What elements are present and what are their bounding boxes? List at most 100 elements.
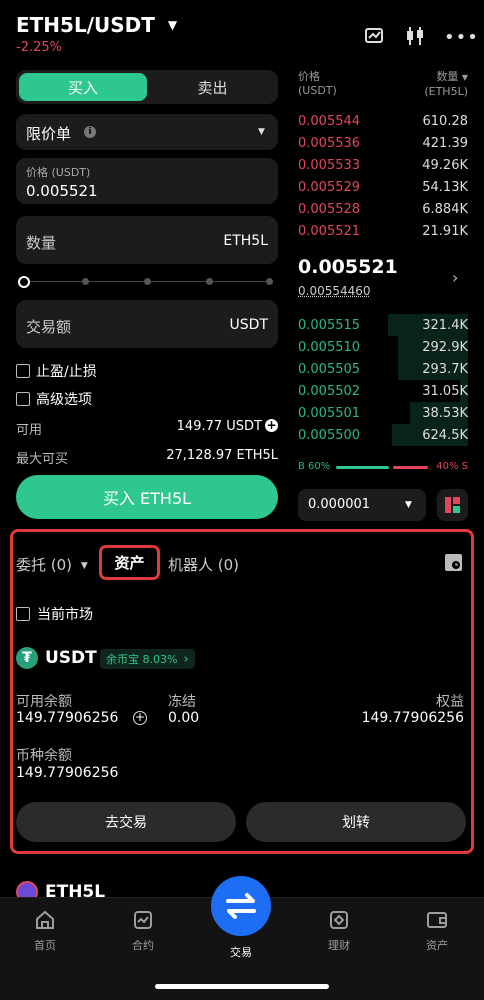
ask-row[interactable]: 0.005536 421.39: [298, 132, 468, 154]
slider-step-100[interactable]: [266, 278, 273, 285]
price-change: -2.25%: [16, 40, 62, 55]
frozen-value: 0.00: [168, 710, 200, 726]
ask-row[interactable]: 0.005533 49.26K: [298, 154, 468, 176]
tp-sl-label: 止盈/止损: [36, 364, 97, 380]
slider-step-25[interactable]: [82, 278, 89, 285]
ask-qty: 21.91K: [422, 223, 468, 239]
ask-qty: 610.28: [422, 113, 469, 129]
tab-orders[interactable]: 委托 (0) ▼: [16, 554, 88, 575]
trade-screen: ETH5L/USDT ▼ -2.25% ••• 买入 卖出 限价单 i ▼ 价格…: [0, 0, 484, 1000]
tab-assets[interactable]: 资产: [99, 545, 160, 580]
slider-step-50[interactable]: [144, 278, 151, 285]
checkbox-box: [16, 364, 30, 378]
chevron-right-icon[interactable]: ›: [452, 268, 458, 287]
go-trade-button[interactable]: 去交易: [16, 802, 236, 842]
home-icon: [36, 910, 54, 929]
current-market-checkbox[interactable]: 当前市场: [16, 604, 93, 624]
slider-handle[interactable]: [18, 276, 30, 288]
index-price[interactable]: 0.00554460: [298, 284, 371, 298]
bid-row[interactable]: 0.005500 624.5K: [298, 424, 468, 446]
earn-badge[interactable]: 余币宝 8.03% ›: [100, 649, 195, 669]
equity-label: 权益: [436, 694, 464, 710]
quantity-unit: ETH5L: [223, 233, 268, 249]
orderbook-qty-header[interactable]: 数量 ▼ (ETH5L): [398, 70, 468, 99]
bid-qty: 31.05K: [422, 383, 468, 399]
bid-row[interactable]: 0.005502 31.05K: [298, 380, 468, 402]
nav-trade-button[interactable]: [211, 876, 271, 936]
bid-row[interactable]: 0.005505 293.7K: [298, 358, 468, 380]
bid-qty: 624.5K: [422, 427, 468, 443]
history-icon[interactable]: [445, 554, 462, 571]
ask-row[interactable]: 0.005528 6.884K: [298, 198, 468, 220]
slider-step-75[interactable]: [206, 278, 213, 285]
ask-price: 0.005528: [298, 201, 361, 217]
checkbox-box: [16, 392, 30, 406]
qty-unit-text: (ETH5L): [424, 85, 468, 98]
ask-qty: 49.26K: [422, 157, 468, 173]
tab-bots[interactable]: 机器人 (0): [168, 554, 239, 575]
chevron-down-icon: ▼: [167, 18, 178, 32]
nav-futures-label: 合约: [132, 939, 154, 952]
bid-price: 0.005515: [298, 317, 361, 333]
ask-row[interactable]: 0.005529 54.13K: [298, 176, 468, 198]
max-buy-value: 27,128.97 ETH5L: [166, 448, 278, 463]
buy-button[interactable]: 买入 ETH5L: [16, 475, 278, 519]
asset-coin-name: USDT: [45, 648, 97, 668]
nav-home-label: 首页: [34, 939, 56, 952]
usdt-coin-icon: ₮: [16, 647, 38, 669]
transfer-button[interactable]: 划转: [246, 802, 466, 842]
sell-tab[interactable]: 卖出: [150, 73, 275, 101]
ask-price: 0.005536: [298, 135, 361, 151]
sell-ratio-bar: [393, 466, 428, 469]
equity-value: 149.77906256: [361, 710, 464, 726]
last-price: 0.005521: [298, 256, 398, 278]
price-unit-text: (USDT): [298, 84, 337, 97]
nav-trade-label: 交易: [230, 946, 252, 959]
home-indicator: [155, 984, 329, 989]
amount-label: 交易额: [26, 318, 72, 336]
sell-ratio: 40% S: [436, 461, 468, 472]
available-balance-value: 149.77906256: [16, 710, 119, 726]
nav-assets-label: 资产: [426, 939, 448, 952]
bid-row[interactable]: 0.005515 321.4K: [298, 314, 468, 336]
ask-price: 0.005544: [298, 113, 361, 129]
bid-row[interactable]: 0.005510 292.9K: [298, 336, 468, 358]
chart-toggle-icon[interactable]: [364, 26, 386, 50]
bid-price: 0.005500: [298, 427, 361, 443]
quantity-label: 数量: [26, 234, 57, 252]
bid-row[interactable]: 0.005501 38.53K: [298, 402, 468, 424]
add-circle-icon[interactable]: +: [133, 711, 147, 725]
precision-value: 0.000001: [308, 497, 371, 512]
tp-sl-checkbox[interactable]: 止盈/止损: [16, 361, 97, 381]
tab-orders-label: 委托 (0): [16, 556, 73, 574]
amount-unit: USDT: [229, 317, 268, 333]
info-icon[interactable]: i: [84, 126, 96, 138]
ask-row[interactable]: 0.005544 610.28: [298, 110, 468, 132]
chevron-down-icon: ▼: [258, 127, 265, 137]
bid-qty: 321.4K: [422, 317, 468, 333]
buy-ratio: B 60%: [298, 461, 331, 472]
candlestick-icon[interactable]: [404, 25, 426, 51]
advanced-checkbox[interactable]: 高级选项: [16, 389, 92, 409]
price-value: 0.005521: [26, 182, 98, 200]
wallet-icon: [427, 912, 447, 928]
coin-balance-label: 币种余额: [16, 748, 72, 764]
price-header-text: 价格: [298, 70, 320, 83]
ask-row[interactable]: 0.005521 21.91K: [298, 220, 468, 242]
pair-title[interactable]: ETH5L/USDT ▼: [16, 13, 177, 37]
nav-assets[interactable]: 资产: [407, 905, 467, 953]
chevron-down-icon: ▼: [461, 73, 468, 82]
bid-price: 0.005502: [298, 383, 361, 399]
nav-finance[interactable]: 理财: [309, 905, 369, 953]
nav-finance-label: 理财: [328, 939, 350, 952]
max-buy-label: 最大可买: [16, 452, 69, 467]
ask-price: 0.005529: [298, 179, 361, 195]
buy-tab[interactable]: 买入: [19, 73, 147, 101]
nav-futures[interactable]: 合约: [113, 905, 173, 953]
more-icon[interactable]: •••: [444, 27, 479, 48]
finance-icon: [330, 911, 348, 929]
orderbook-layout-button[interactable]: [437, 489, 468, 521]
futures-icon: [134, 911, 152, 929]
add-funds-icon[interactable]: +: [265, 419, 278, 432]
nav-home[interactable]: 首页: [15, 905, 75, 953]
